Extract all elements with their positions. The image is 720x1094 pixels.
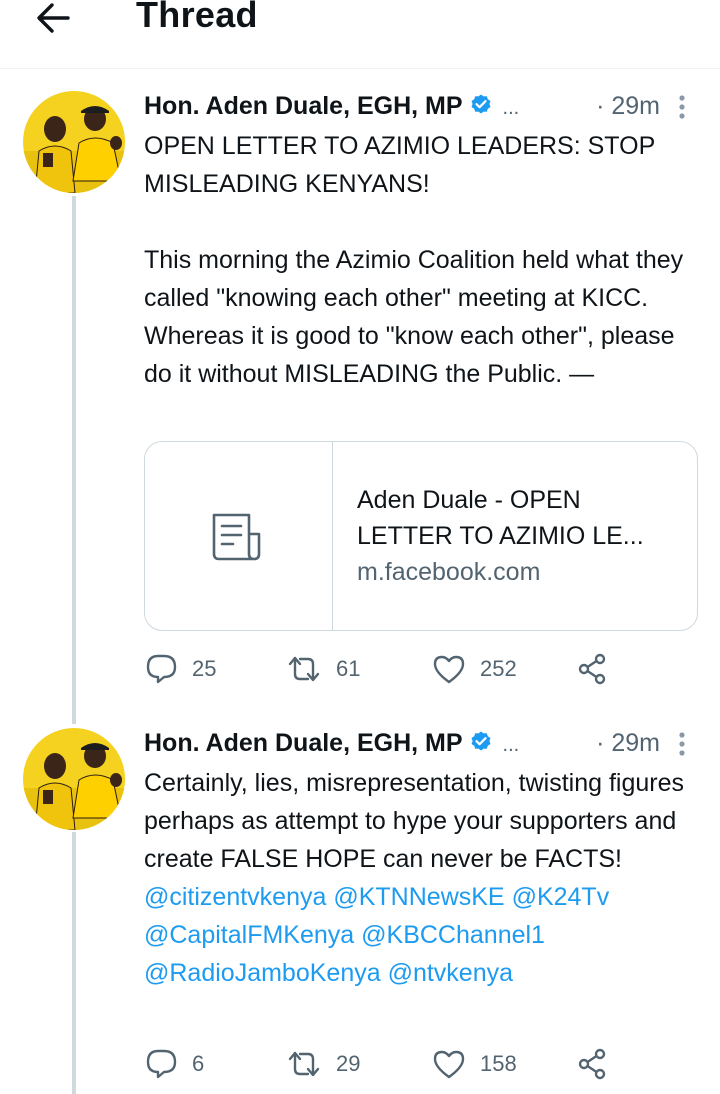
card-title-line: Aden Duale - OPEN — [357, 486, 581, 514]
card-thumbnail — [145, 442, 333, 630]
tweet-body: Certainly, lies, misrepresentation, twis… — [144, 769, 685, 873]
back-arrow-icon[interactable] — [34, 0, 74, 36]
tweet-timestamp[interactable]: · 29m — [596, 729, 660, 758]
share-button[interactable] — [576, 1044, 608, 1084]
tweet-actions: 25 61 252 — [144, 649, 644, 689]
heart-icon — [433, 1050, 465, 1079]
retweet-button[interactable]: 61 — [286, 649, 360, 689]
mention-link[interactable]: @KBCChannel1 — [361, 921, 545, 949]
card-title-line: LETTER TO AZIMIO LE... — [357, 522, 644, 550]
verified-badge-icon — [469, 93, 493, 122]
thread-connector-line — [72, 832, 76, 1094]
mention-link[interactable]: @K24Tv — [512, 883, 610, 911]
reply-button[interactable]: 6 — [144, 1044, 204, 1084]
retweet-count: 29 — [336, 1051, 361, 1076]
name-truncation: ... — [502, 97, 520, 119]
mention-link[interactable]: @KTNNewsKE — [333, 883, 504, 911]
more-options-icon[interactable] — [678, 731, 686, 762]
mention-link[interactable]: @CapitalFMKenya — [144, 921, 354, 949]
avatar[interactable] — [23, 728, 125, 830]
author-name[interactable]: Hon. Aden Duale, EGH, MP — [144, 729, 463, 757]
more-options-icon[interactable] — [678, 94, 686, 125]
tweet-text: OPEN LETTER TO AZIMIO LEADERS: STOP MISL… — [144, 127, 704, 393]
share-button[interactable] — [576, 649, 608, 689]
reply-button[interactable]: 25 — [144, 649, 216, 689]
tweet-text: Certainly, lies, misrepresentation, twis… — [144, 764, 689, 992]
tweet-actions: 6 29 158 — [144, 1044, 644, 1084]
mention-link[interactable]: @citizentvkenya — [144, 883, 326, 911]
tweet-timestamp[interactable]: · 29m — [596, 92, 660, 121]
like-count: 158 — [480, 1051, 517, 1076]
name-truncation: ... — [502, 734, 520, 756]
mention-link[interactable]: @ntvkenya — [388, 959, 513, 987]
heart-icon — [433, 655, 465, 684]
reply-icon — [146, 654, 177, 684]
author-name[interactable]: Hon. Aden Duale, EGH, MP — [144, 92, 463, 120]
tweet-author-row: Hon. Aden Duale, EGH, MP... — [144, 729, 519, 761]
reply-count: 25 — [192, 656, 217, 681]
mention-link[interactable]: @RadioJamboKenya — [144, 959, 381, 987]
avatar[interactable] — [23, 91, 125, 193]
tweet-author-row: Hon. Aden Duale, EGH, MP... — [144, 92, 519, 124]
article-icon — [212, 513, 261, 561]
retweet-count: 61 — [336, 656, 361, 681]
thread-connector-line — [72, 196, 76, 724]
tweet-paragraph: OPEN LETTER TO AZIMIO LEADERS: STOP MISL… — [144, 132, 655, 198]
link-preview-card[interactable]: Aden Duale - OPEN LETTER TO AZIMIO LE...… — [144, 441, 698, 631]
reply-count: 6 — [192, 1051, 205, 1076]
share-icon — [578, 653, 606, 685]
like-button[interactable]: 158 — [432, 1044, 517, 1084]
card-domain: m.facebook.com — [357, 558, 541, 586]
retweet-icon — [288, 1051, 320, 1077]
retweet-icon — [288, 656, 320, 682]
like-count: 252 — [480, 656, 517, 681]
card-text: Aden Duale - OPEN LETTER TO AZIMIO LE...… — [357, 482, 677, 590]
top-bar: Thread — [0, 0, 720, 69]
retweet-button[interactable]: 29 — [286, 1044, 360, 1084]
page-title: Thread — [136, 0, 258, 35]
reply-icon — [146, 1049, 177, 1079]
tweet-paragraph: This morning the Azimio Coalition held w… — [144, 246, 684, 388]
share-icon — [578, 1048, 606, 1080]
like-button[interactable]: 252 — [432, 649, 517, 689]
verified-badge-icon — [469, 730, 493, 759]
